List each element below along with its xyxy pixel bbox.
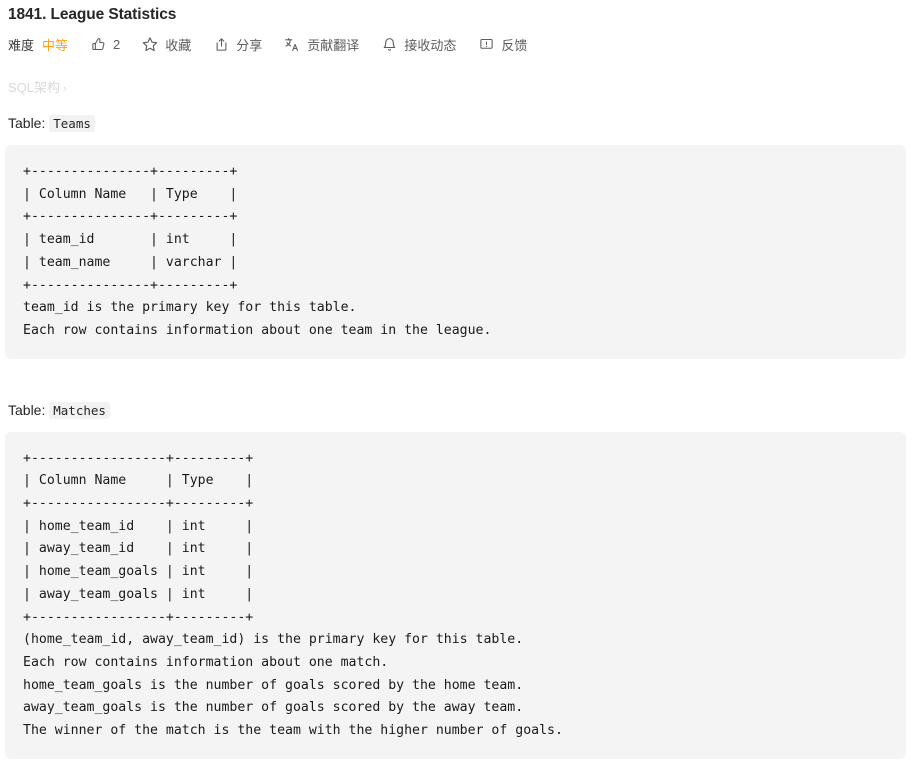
favorite-button[interactable]: 收藏 (142, 35, 191, 54)
problem-description-page: 1841. League Statistics 难度 中等 2 收藏 分享 贡献… (0, 0, 914, 762)
table-heading-prefix: Table: (8, 401, 46, 418)
subscribe-button[interactable]: 接收动态 (381, 35, 456, 54)
page-title: 1841. League Statistics (8, 6, 177, 23)
translate-label: 贡献翻译 (307, 37, 360, 53)
share-button[interactable]: 分享 (213, 35, 262, 54)
subscribe-label: 接收动态 (404, 37, 457, 53)
thumbs-up-icon (90, 36, 106, 52)
schema-code-matches: +-----------------+---------+ | Column N… (23, 450, 563, 739)
breadcrumb-label: SQL架构 (8, 80, 61, 95)
chevron-right-icon: › (63, 83, 67, 95)
difficulty-label: 难度 (8, 37, 35, 53)
problem-toolbar: 难度 中等 2 收藏 分享 贡献翻译 接收动态 反馈 (0, 25, 914, 57)
schema-code-block-matches: +-----------------+---------+ | Column N… (5, 431, 906, 759)
difficulty-value[interactable]: 中等 (42, 35, 68, 54)
share-icon (213, 36, 229, 52)
share-label: 分享 (236, 37, 263, 53)
translate-icon (284, 36, 300, 52)
star-icon (142, 36, 158, 52)
table-name-teams: Teams (49, 115, 95, 132)
like-button[interactable]: 2 (90, 36, 120, 52)
feedback-icon (478, 36, 494, 52)
table-heading-prefix: Table: (8, 115, 46, 131)
schema-code-block-teams: +---------------+---------+ | Column Nam… (5, 145, 906, 359)
breadcrumb[interactable]: SQL架构 › (0, 57, 914, 98)
table-heading-matches: Table: Matches (0, 385, 914, 420)
table-heading-teams: Table: Teams (0, 98, 914, 133)
bell-icon (381, 36, 397, 52)
table-name-matches: Matches (49, 401, 110, 419)
difficulty-indicator: 难度 中等 (8, 35, 68, 54)
favorite-label: 收藏 (165, 37, 192, 53)
feedback-button[interactable]: 反馈 (478, 35, 527, 54)
schema-code-teams: +---------------+---------+ | Column Nam… (23, 164, 492, 338)
like-count: 2 (113, 36, 121, 52)
translate-button[interactable]: 贡献翻译 (284, 35, 359, 54)
feedback-label: 反馈 (501, 37, 528, 53)
